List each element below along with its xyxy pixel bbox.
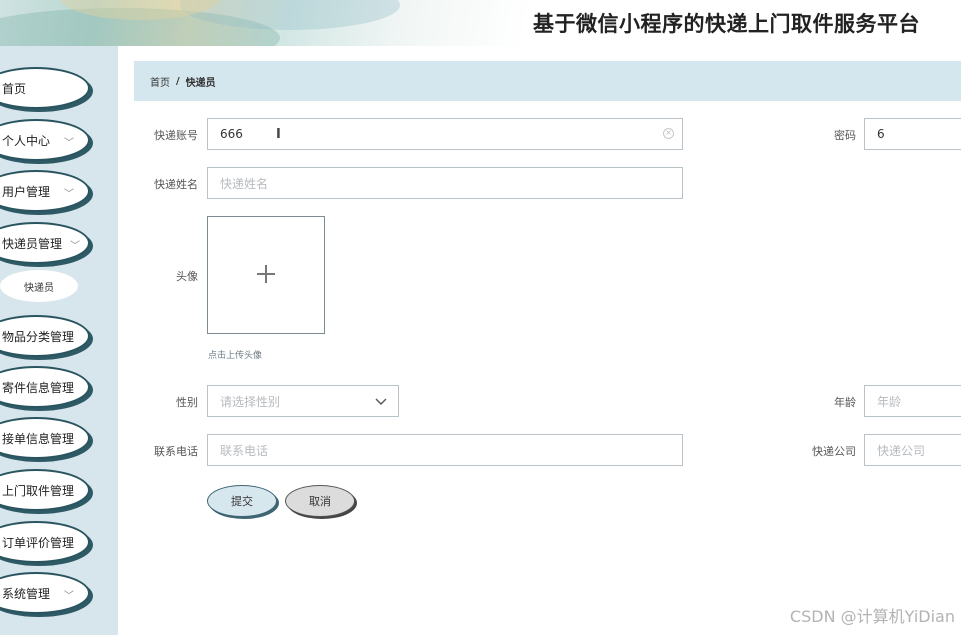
breadcrumb-separator: /: [176, 75, 180, 87]
chevron-down-icon: ﹀: [64, 138, 74, 149]
watermark: CSDN @计算机YiDian: [789, 607, 955, 626]
name-placeholder: 快递姓名: [220, 176, 269, 191]
age-input[interactable]: 年龄: [864, 385, 961, 417]
gender-select[interactable]: 请选择性别: [207, 385, 399, 417]
header-banner: 基于微信小程序的快递上门取件服务平台: [0, 0, 961, 46]
age-label: 年龄: [834, 396, 856, 409]
sidebar-item-category-management[interactable]: 物品分类管理: [0, 315, 90, 357]
app-root: 基于微信小程序的快递上门取件服务平台 首页 个人中心 ﹀ 用户管理 ﹀ 快递员管…: [0, 0, 961, 635]
sidebar-item-review-management[interactable]: 订单评价管理: [0, 521, 90, 563]
sidebar-item-label: 上门取件管理: [2, 483, 75, 498]
breadcrumb: 首页 / 快递员: [134, 61, 961, 101]
sidebar-item-label: 首页: [2, 81, 27, 96]
sidebar-item-label: 系统管理: [2, 586, 51, 601]
avatar-upload[interactable]: [207, 216, 325, 334]
sidebar-item-label: 接单信息管理: [2, 431, 75, 446]
breadcrumb-current: 快递员: [185, 77, 216, 89]
chevron-down-icon: ﹀: [64, 189, 74, 200]
sidebar-item-label: 个人中心: [2, 133, 51, 148]
sidebar-item-home[interactable]: 首页: [0, 67, 90, 109]
phone-input[interactable]: 联系电话: [207, 434, 683, 466]
account-label: 快递账号: [154, 129, 198, 142]
password-value: 6: [877, 127, 885, 141]
breadcrumb-home[interactable]: 首页: [150, 74, 170, 89]
account-input[interactable]: 666 I ✕: [207, 118, 683, 150]
company-input[interactable]: 快递公司: [864, 434, 961, 466]
avatar-upload-tip[interactable]: 点击上传头像: [208, 348, 262, 361]
sidebar-item-user-management[interactable]: 用户管理 ﹀: [0, 170, 90, 212]
avatar-label: 头像: [176, 270, 198, 283]
name-input[interactable]: 快递姓名: [207, 167, 683, 199]
sidebar-item-system-management[interactable]: 系统管理 ﹀: [0, 572, 90, 614]
phone-label: 联系电话: [154, 445, 198, 458]
sidebar-item-label: 快递员管理: [2, 236, 63, 251]
chevron-down-icon: ﹀: [64, 591, 74, 602]
sidebar-item-label: 用户管理: [2, 184, 51, 199]
sidebar-item-shipment-management[interactable]: 寄件信息管理: [0, 366, 90, 408]
sidebar-item-label: 物品分类管理: [2, 329, 75, 344]
text-cursor-icon: I: [276, 127, 281, 142]
sidebar-item-pickup-management[interactable]: 上门取件管理: [0, 469, 90, 511]
site-title: 基于微信小程序的快递上门取件服务平台: [533, 12, 920, 36]
clear-icon[interactable]: ✕: [663, 128, 674, 139]
chevron-down-icon: ﹀: [70, 241, 80, 252]
sidebar-subitem-courier[interactable]: 快递员: [0, 270, 78, 302]
age-placeholder: 年龄: [877, 394, 902, 409]
gender-placeholder: 请选择性别: [220, 394, 281, 409]
sidebar-item-order-accept-management[interactable]: 接单信息管理: [0, 417, 90, 459]
sidebar-item-label: 寄件信息管理: [2, 380, 75, 395]
account-value: 666: [220, 127, 243, 141]
password-label: 密码: [834, 129, 856, 142]
chevron-down-icon: [375, 398, 387, 405]
password-input[interactable]: 6: [864, 118, 961, 150]
submit-button[interactable]: 提交: [207, 485, 277, 517]
sidebar-item-courier-management[interactable]: 快递员管理 ﹀: [0, 222, 90, 264]
phone-placeholder: 联系电话: [220, 443, 269, 458]
sidebar-item-label: 订单评价管理: [2, 535, 75, 550]
plus-icon: [257, 265, 275, 283]
gender-label: 性别: [176, 396, 198, 409]
company-label: 快递公司: [812, 445, 856, 458]
name-label: 快递姓名: [154, 178, 198, 191]
sidebar: 首页 个人中心 ﹀ 用户管理 ﹀ 快递员管理 ﹀ 快递员 物品分类管理 寄件信息…: [0, 46, 118, 635]
company-placeholder: 快递公司: [877, 443, 926, 458]
cancel-button[interactable]: 取消: [285, 485, 355, 517]
sidebar-item-personal-center[interactable]: 个人中心 ﹀: [0, 119, 90, 161]
